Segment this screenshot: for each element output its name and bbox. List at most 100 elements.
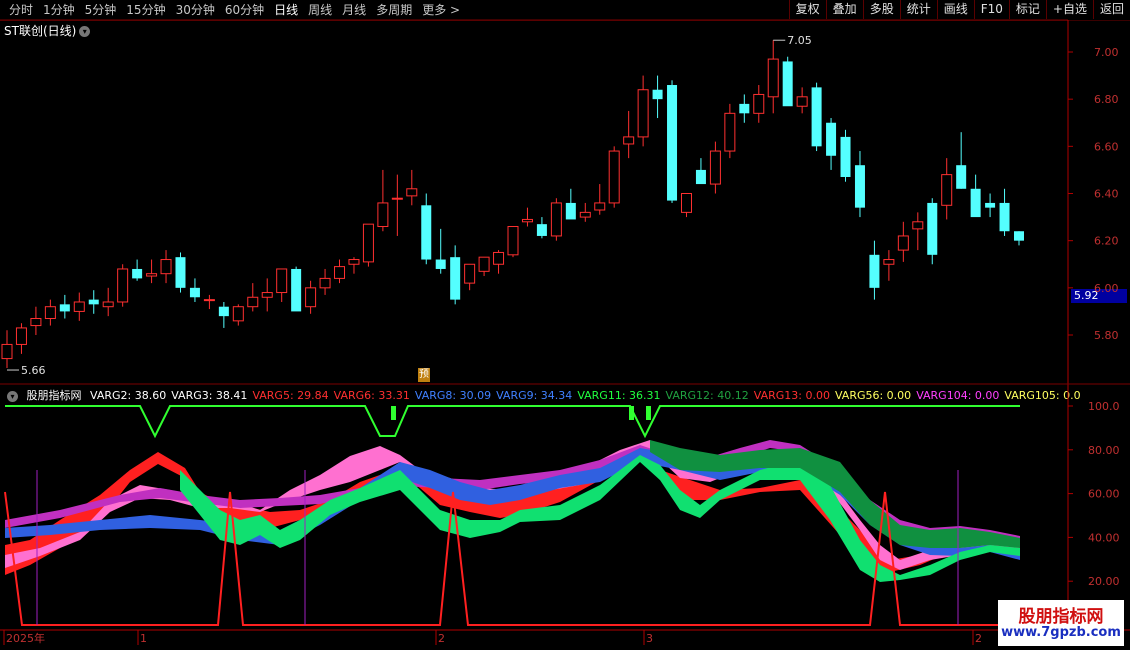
candle xyxy=(305,280,317,314)
candle xyxy=(826,118,837,170)
candle-body xyxy=(203,299,215,302)
candle xyxy=(189,278,200,302)
candle xyxy=(276,268,288,302)
candle xyxy=(175,252,186,293)
candle-body xyxy=(189,287,200,298)
candle xyxy=(840,129,851,182)
candle xyxy=(739,94,750,123)
candle-body xyxy=(840,136,851,177)
candle xyxy=(1014,231,1024,246)
candle xyxy=(897,221,909,262)
indicator-tick-4: 20.00 xyxy=(1088,575,1120,588)
candle xyxy=(637,75,649,147)
candle-body xyxy=(680,193,692,213)
candle xyxy=(493,250,505,274)
candle xyxy=(652,75,663,119)
candle-body xyxy=(493,251,505,265)
price-tick-0: 7.00 xyxy=(1094,46,1119,59)
candle-body xyxy=(132,268,143,279)
candle-body xyxy=(377,202,389,228)
candle xyxy=(435,228,446,274)
candle-body xyxy=(550,202,562,237)
price-tick-6: 5.80 xyxy=(1094,329,1119,342)
candle-body xyxy=(73,301,85,312)
candle xyxy=(667,80,678,203)
candle-body xyxy=(406,188,418,197)
watermark: 股朋指标网 www.7gpzb.com xyxy=(998,600,1124,646)
candle-body xyxy=(391,197,403,200)
candle-body xyxy=(218,306,229,317)
candle xyxy=(102,287,114,317)
candle-body xyxy=(927,202,938,255)
candle xyxy=(796,87,808,114)
candle xyxy=(999,188,1010,236)
candle-body xyxy=(667,85,678,201)
price-tick-2: 6.60 xyxy=(1094,140,1119,153)
candle xyxy=(709,141,721,194)
candlestick-chart[interactable]: 7.00 6.80 6.60 6.40 6.20 6.00 5.80 100.0 80.00 6… xyxy=(0,0,1130,650)
candle xyxy=(507,226,519,258)
candle xyxy=(15,323,27,354)
candle xyxy=(695,158,706,185)
time-label-1: 1 xyxy=(140,632,147,645)
candle-body xyxy=(1,343,13,360)
candle xyxy=(869,240,880,300)
candle-body xyxy=(464,263,476,284)
candle xyxy=(391,174,403,236)
indicator-chart xyxy=(4,405,1020,626)
candle xyxy=(261,278,273,312)
candle xyxy=(767,40,779,114)
candle-body xyxy=(1014,231,1024,241)
candle-body xyxy=(276,268,288,294)
candle xyxy=(146,259,158,284)
candles xyxy=(1,40,1024,369)
candle xyxy=(565,188,576,220)
candle-body xyxy=(15,327,27,345)
candle-body xyxy=(319,277,331,289)
candle xyxy=(927,198,938,265)
candle-body xyxy=(305,287,317,308)
candle xyxy=(478,256,490,277)
candle xyxy=(59,294,70,319)
candle-body xyxy=(956,165,967,189)
watermark-title: 股朋指标网 xyxy=(1018,607,1104,627)
candle-body xyxy=(999,202,1010,232)
candle-body xyxy=(970,188,981,218)
candle-body xyxy=(826,122,837,156)
watermark-url: www.7gpzb.com xyxy=(1001,625,1121,640)
candle-body xyxy=(594,202,606,211)
candle xyxy=(406,169,418,206)
candle xyxy=(912,212,924,251)
candle-body xyxy=(536,224,547,236)
candle xyxy=(334,259,346,284)
signal-bar xyxy=(391,406,396,420)
candle xyxy=(30,306,42,335)
candle-body xyxy=(753,93,765,114)
candle xyxy=(782,56,793,107)
time-label-2: 2 xyxy=(438,632,445,645)
candle-body xyxy=(854,165,865,208)
price-tick-4: 6.20 xyxy=(1094,235,1119,248)
candle-body xyxy=(435,259,446,269)
candle-body xyxy=(767,58,779,98)
candle xyxy=(362,223,374,267)
candle xyxy=(464,263,476,291)
price-tick-5: 6.00 xyxy=(1094,282,1119,295)
candle xyxy=(247,283,259,312)
price-tick-1: 6.80 xyxy=(1094,93,1119,106)
candle-body xyxy=(869,254,880,288)
candle-body xyxy=(261,292,273,298)
candle-body xyxy=(117,268,129,303)
candle-body xyxy=(608,150,620,204)
candle xyxy=(811,82,822,152)
candle-body xyxy=(941,174,953,206)
candle-body xyxy=(160,259,172,275)
top-signal-line xyxy=(5,405,1020,439)
candle-body xyxy=(291,268,302,312)
candle xyxy=(536,217,547,239)
candle xyxy=(203,294,215,310)
candle-body xyxy=(44,306,56,319)
candle xyxy=(1,330,13,369)
candle-body xyxy=(478,256,490,272)
candle-body xyxy=(796,96,808,107)
